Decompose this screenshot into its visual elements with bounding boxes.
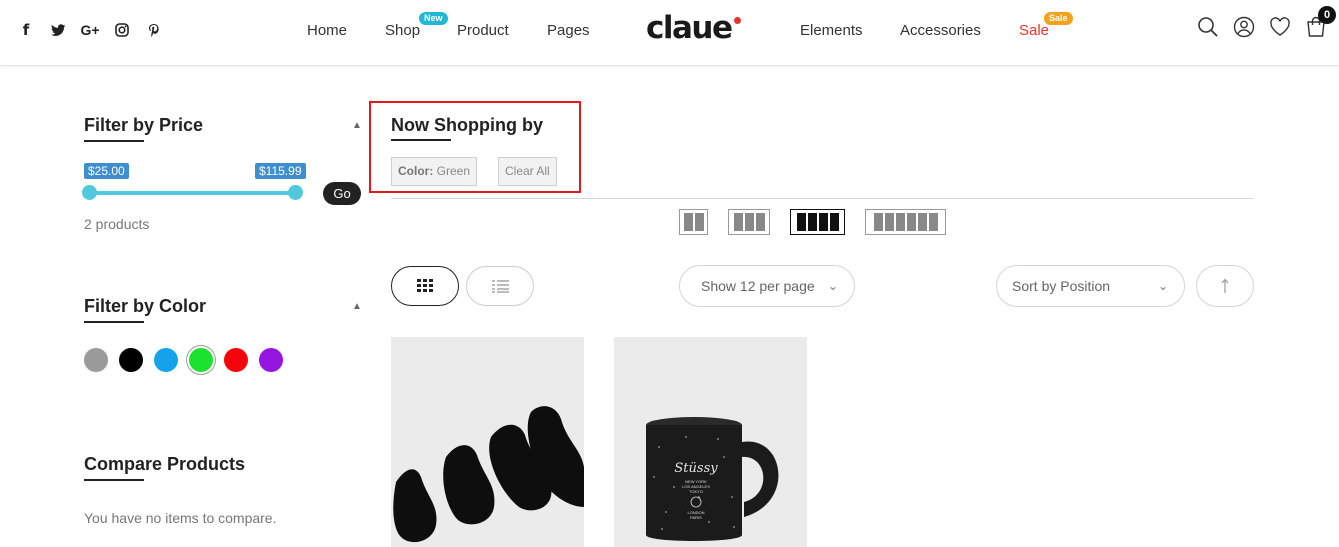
social-links: f G+ xyxy=(10,20,170,40)
column-bar xyxy=(895,213,905,231)
column-bar xyxy=(829,213,839,231)
list-view-icon xyxy=(491,279,509,293)
sort-by-value: Sort by Position xyxy=(1012,278,1111,294)
now-shopping-title: Now Shopping by xyxy=(391,115,543,135)
column-bar xyxy=(818,213,828,231)
facebook-icon[interactable]: f xyxy=(10,20,42,40)
sort-direction-button[interactable] xyxy=(1196,265,1254,307)
pinterest-icon[interactable] xyxy=(138,20,170,40)
active-filter-chip[interactable]: Color: Green xyxy=(391,157,478,186)
mug-print-city: TOKYO xyxy=(689,489,703,494)
column-bar xyxy=(807,213,817,231)
product-image-mug[interactable]: Stüssy NEW YORK LOS ANGELES TOKYO LONDON… xyxy=(614,337,807,547)
title-underline xyxy=(391,139,451,141)
price-result-count: 2 products xyxy=(84,216,150,232)
sort-by-select[interactable]: Sort by Position ⌄ xyxy=(996,265,1185,307)
nav-pages[interactable]: Pages xyxy=(547,22,590,39)
logo-dot xyxy=(734,17,741,24)
active-filter-value: Green xyxy=(436,164,471,178)
clear-all-button[interactable]: Clear All xyxy=(498,157,557,186)
price-min-tag: $25.00 xyxy=(84,163,129,179)
site-header: f G+ Home Shop New Product Pages claue E… xyxy=(0,0,1339,66)
price-go-button[interactable]: Go xyxy=(323,182,361,205)
column-bar xyxy=(796,213,806,231)
grid-6-columns-button[interactable] xyxy=(865,209,946,235)
new-badge: New xyxy=(419,12,448,25)
active-filter-label: Color: xyxy=(398,164,434,178)
grid-4-columns-button[interactable] xyxy=(790,209,845,235)
color-filter-title: Filter by Color xyxy=(84,296,207,316)
color-swatch-blue[interactable] xyxy=(154,348,178,372)
column-bar xyxy=(917,213,927,231)
price-slider-track[interactable] xyxy=(89,191,296,195)
cart-count-badge: 0 xyxy=(1318,6,1336,24)
title-underline xyxy=(84,479,144,481)
chevron-up-icon[interactable]: ▲ xyxy=(352,301,362,312)
grid-3-columns-button[interactable] xyxy=(728,209,770,235)
compare-empty-text: You have no items to compare. xyxy=(84,510,277,526)
price-max-tag: $115.99 xyxy=(255,163,306,179)
column-bar xyxy=(906,213,916,231)
column-bar xyxy=(733,213,743,231)
nav-accessories[interactable]: Accessories xyxy=(900,22,981,39)
list-view-button[interactable] xyxy=(466,266,534,306)
color-swatch-green[interactable] xyxy=(189,348,213,372)
title-underline xyxy=(84,140,144,142)
twitter-icon[interactable] xyxy=(42,20,74,40)
grid-2-columns-button[interactable] xyxy=(679,209,708,235)
product-image-socks[interactable] xyxy=(391,337,584,547)
compare-title: Compare Products xyxy=(84,454,246,474)
color-swatch-black[interactable] xyxy=(119,348,143,372)
per-page-select[interactable]: Show 12 per page ⌄ xyxy=(679,265,855,307)
nav-shop[interactable]: Shop xyxy=(385,22,420,39)
nav-sale[interactable]: Sale xyxy=(1019,22,1049,39)
chevron-down-icon: ⌄ xyxy=(1157,279,1168,293)
instagram-icon[interactable] xyxy=(106,20,138,40)
color-swatch-purple[interactable] xyxy=(259,348,283,372)
color-swatch-gray[interactable] xyxy=(84,348,108,372)
title-underline xyxy=(84,321,144,323)
color-swatch-red[interactable] xyxy=(224,348,248,372)
nav-product[interactable]: Product xyxy=(457,22,509,39)
heart-icon[interactable] xyxy=(1269,16,1291,43)
column-bar xyxy=(755,213,765,231)
nav-elements[interactable]: Elements xyxy=(800,22,863,39)
column-bar xyxy=(928,213,938,231)
price-filter-title: Filter by Price xyxy=(84,115,204,135)
mug-print-brand: Stüssy xyxy=(674,461,718,476)
mug-illustration: Stüssy NEW YORK LOS ANGELES TOKYO LONDON… xyxy=(614,337,807,547)
grid-view-button[interactable] xyxy=(391,266,459,306)
chevron-down-icon: ⌄ xyxy=(827,279,838,293)
sale-badge: Sale xyxy=(1044,12,1073,25)
socks-illustration xyxy=(391,337,584,547)
column-bar xyxy=(694,213,704,231)
price-slider-min-handle[interactable] xyxy=(82,185,97,200)
grid-view-icon xyxy=(417,279,433,292)
user-icon[interactable] xyxy=(1233,16,1255,43)
mug-print-city: PARIS xyxy=(690,515,702,520)
nav-home[interactable]: Home xyxy=(307,22,347,39)
per-page-value: Show 12 per page xyxy=(701,278,815,294)
price-slider-max-handle[interactable] xyxy=(288,185,303,200)
divider xyxy=(391,198,1254,199)
column-bar xyxy=(884,213,894,231)
column-bar xyxy=(683,213,693,231)
search-icon[interactable] xyxy=(1197,16,1219,43)
chevron-up-icon[interactable]: ▲ xyxy=(352,120,362,131)
google-plus-icon[interactable]: G+ xyxy=(74,20,106,40)
column-bar xyxy=(873,213,883,231)
site-logo[interactable]: claue xyxy=(646,10,733,46)
arrow-up-icon xyxy=(1221,278,1229,293)
column-bar xyxy=(744,213,754,231)
